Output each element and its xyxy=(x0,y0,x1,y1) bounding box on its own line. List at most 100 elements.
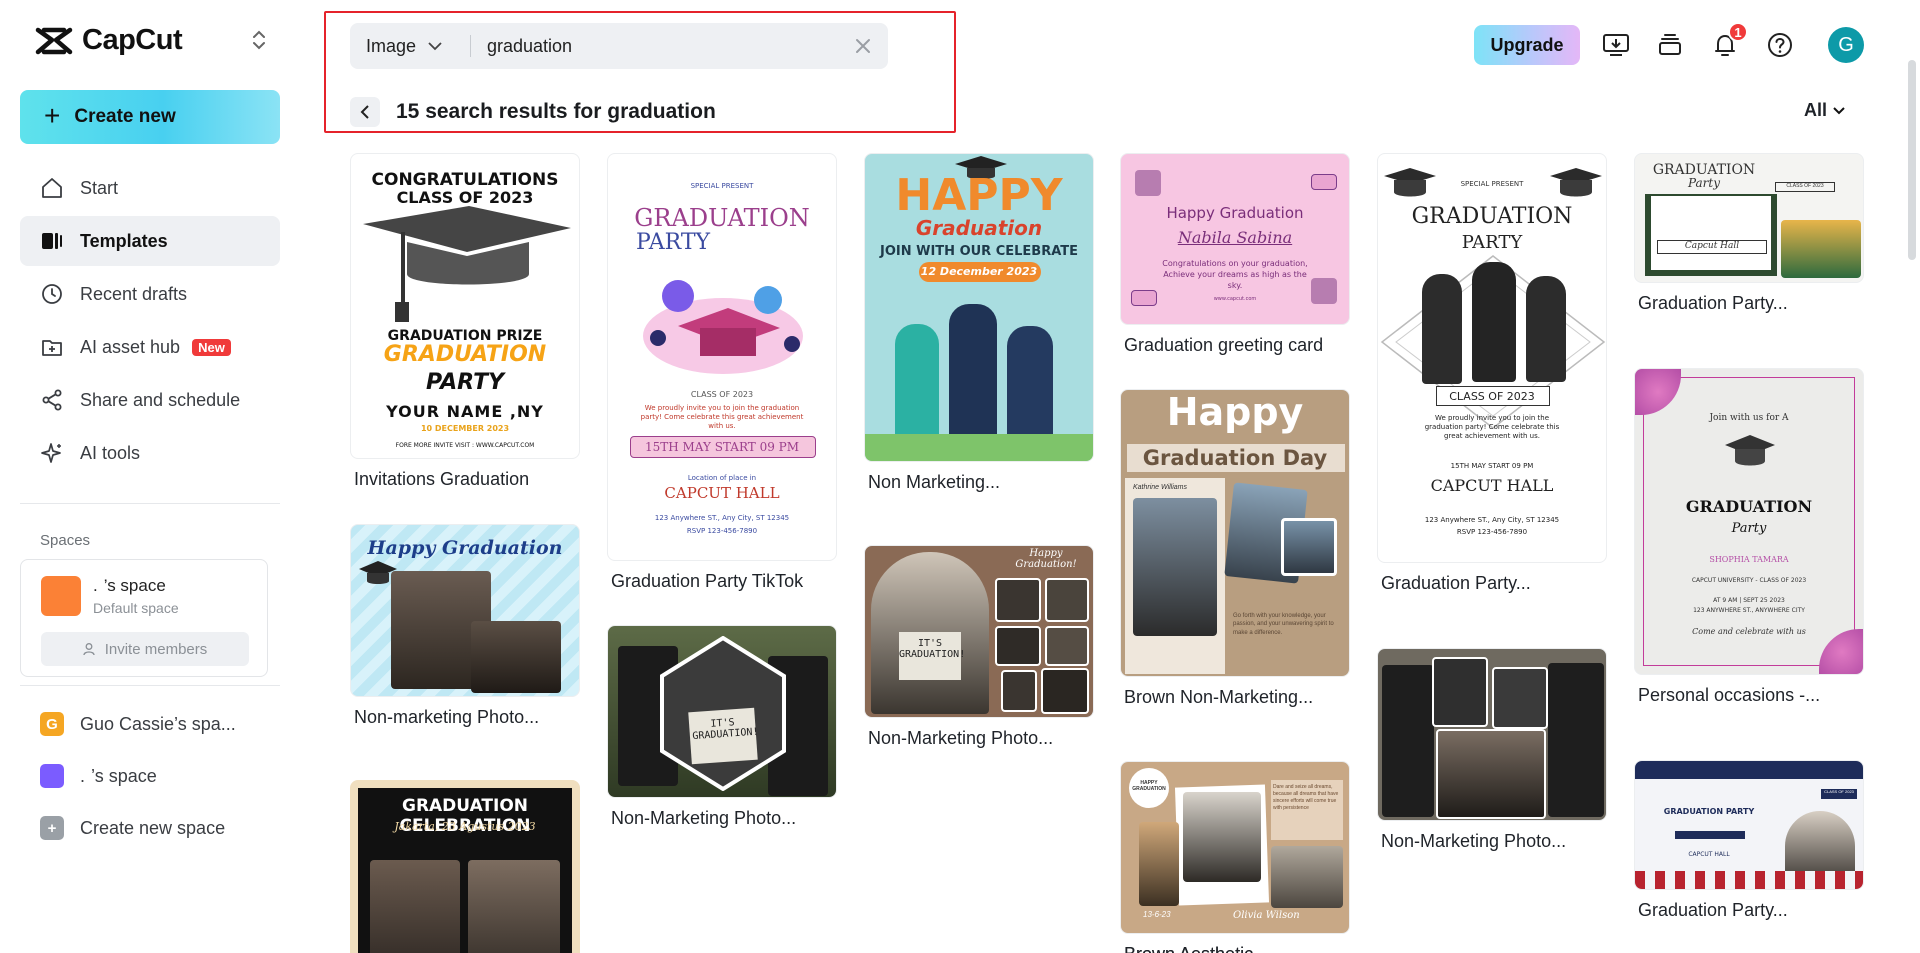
thumb-text: Dare and seize all dreams, because all d… xyxy=(1273,784,1339,811)
person-silhouette xyxy=(1526,276,1566,382)
template-card[interactable]: Happy Graduation Nabila Sabina Congratul… xyxy=(1120,153,1350,356)
share-icon xyxy=(42,389,62,411)
sidebar-item-ai-tools[interactable]: AI tools xyxy=(20,428,280,478)
template-title: Personal occasions -... xyxy=(1638,685,1821,705)
back-button[interactable] xyxy=(350,97,380,127)
photo-placeholder xyxy=(1432,657,1488,727)
invite-members-button[interactable]: Invite members xyxy=(41,632,249,666)
person-silhouette xyxy=(1472,262,1516,382)
capcut-logo[interactable]: CapCut xyxy=(34,24,183,57)
chevron-down-icon xyxy=(1833,106,1845,114)
sidebar-item-label: AI asset hub xyxy=(80,336,181,357)
template-card[interactable]: IT'S GRADUATION! Non-Marketing Photo... xyxy=(607,625,837,829)
add-user-icon xyxy=(83,643,95,656)
invite-members-label: Invite members xyxy=(104,640,208,658)
create-new-button[interactable]: + Create new xyxy=(20,90,280,144)
results-header: 15 search results for graduation xyxy=(350,97,716,127)
desktop-download-icon[interactable] xyxy=(1601,30,1631,60)
template-title: Graduation Party... xyxy=(1381,573,1531,593)
sidebar-item-templates[interactable]: Templates xyxy=(20,216,280,266)
templates-icon xyxy=(42,233,62,249)
plus-icon: + xyxy=(44,99,61,131)
space-name: .’s space xyxy=(93,576,166,595)
template-card[interactable]: HAPPY GRADUATION Dare and seize all drea… xyxy=(1120,761,1350,953)
new-badge: New xyxy=(192,338,231,356)
thumb-text: PARTY xyxy=(425,370,505,395)
photo-placeholder xyxy=(370,860,460,953)
upgrade-button[interactable]: Upgrade xyxy=(1474,25,1580,65)
thumb-text: Graduation Day xyxy=(1142,446,1328,470)
sidebar-item-recent-drafts[interactable]: Recent drafts xyxy=(20,269,280,319)
template-card[interactable]: GRADUATION Party CLASS OF 2023 Capcut Ha… xyxy=(1634,153,1864,314)
thumb-text: Graduation xyxy=(915,216,1043,240)
thumb-text: Happy xyxy=(1166,390,1304,434)
thumb-text: Nabila Sabina xyxy=(1177,228,1293,247)
template-card[interactable]: GRADUATION CELEBRATION Jakarta, 23 Agust… xyxy=(350,780,580,953)
sidebar-item-label: AI tools xyxy=(80,442,141,463)
create-new-label: Create new xyxy=(74,106,176,127)
thumb-text: CLASS OF 2023 xyxy=(1821,789,1857,799)
create-new-space-button[interactable]: + Create new space xyxy=(20,802,280,854)
thumb-text: SPECIAL PRESENT xyxy=(1460,180,1524,188)
workspace-switch-icon[interactable] xyxy=(250,28,268,52)
template-card[interactable]: Happy Graduation Day Kathrine Williams G… xyxy=(1120,389,1350,708)
capcut-app: CapCut + Create new Start Templates Rece… xyxy=(0,0,1920,953)
template-thumbnail: IT'S GRADUATION! xyxy=(607,625,837,798)
clear-search-icon[interactable] xyxy=(852,35,874,57)
sidebar-item-ai-asset-hub[interactable]: AI asset hub New xyxy=(20,322,280,372)
thumb-text: HAPPY xyxy=(895,170,1063,221)
template-card[interactable]: GRADUATION PARTY CLASS OF 2023 CAPCUT HA… xyxy=(1634,760,1864,921)
search-bar: Image xyxy=(350,23,888,69)
template-card[interactable]: SPECIAL PRESENT GRADUATION PARTY CLASS O… xyxy=(607,153,837,592)
sparkle-icon xyxy=(41,443,61,463)
sidebar-item-label: Templates xyxy=(80,230,168,251)
sidebar-divider xyxy=(20,685,280,686)
scrollbar[interactable] xyxy=(1908,60,1916,260)
space-item-personal[interactable]: .’s space xyxy=(20,750,280,802)
profile-avatar[interactable]: G xyxy=(1828,27,1864,63)
space-item-label: Guo Cassie’s spa... xyxy=(80,713,236,734)
space-item-guo-cassie[interactable]: G Guo Cassie’s spa... xyxy=(20,698,280,750)
current-space-card[interactable]: .’s space Default space Invite members xyxy=(20,559,268,677)
sidebar-divider xyxy=(20,503,280,504)
template-card[interactable]: CONGRATULATIONS CLASS OF 2023 GRADUATION… xyxy=(350,153,580,490)
thumb-text: Happy Graduation xyxy=(367,537,563,559)
thumb-text: Party xyxy=(1731,521,1767,536)
template-card[interactable]: Join with us for A GRADUATION Party SHOP… xyxy=(1634,368,1864,706)
template-card[interactable]: HAPPY Graduation JOIN WITH OUR CELEBRATE… xyxy=(864,153,1094,493)
search-type-select[interactable]: Image xyxy=(350,36,470,57)
template-thumbnail: GRADUATION PARTY CLASS OF 2023 CAPCUT HA… xyxy=(1634,760,1864,890)
template-title: Invitations Graduation xyxy=(354,469,530,489)
help-icon[interactable] xyxy=(1765,30,1795,60)
flag-stripe xyxy=(1635,871,1863,889)
template-card[interactable]: Non-Marketing Photo... xyxy=(1377,648,1607,852)
thumb-text: CAPCUT UNIVERSITY - CLASS OF 2023 xyxy=(1691,577,1807,584)
thumb-text: Come and celebrate with us xyxy=(1692,627,1806,636)
thumb-text: GRADUATION xyxy=(634,204,810,232)
thumb-text: CAPCUT HALL xyxy=(664,484,780,502)
photo-placeholder xyxy=(1436,729,1546,819)
date-bar xyxy=(1675,831,1745,839)
thumb-text: Capcut Hall xyxy=(1657,240,1767,254)
sort-filter-dropdown[interactable]: All xyxy=(1804,100,1845,121)
stack-icon[interactable] xyxy=(1655,30,1685,60)
sidebar-item-share-and-schedule[interactable]: Share and schedule xyxy=(20,375,280,425)
photo-placeholder xyxy=(1281,518,1337,576)
template-card[interactable]: SPECIAL PRESENT GRADUATION PARTY CLASS O… xyxy=(1377,153,1607,594)
thumb-text: Join with us for A xyxy=(1709,413,1789,423)
search-input[interactable] xyxy=(487,35,852,57)
sidebar-item-start[interactable]: Start xyxy=(20,163,280,213)
thumb-text: RSVP 123-456-7890 xyxy=(1456,528,1528,536)
template-card[interactable]: Happy Graduation Non-marketing Photo... xyxy=(350,524,580,728)
thumb-text: 123 Anywhere ST., Any City, ST 12345 xyxy=(1424,516,1560,524)
notification-count-badge: 1 xyxy=(1728,22,1748,42)
thumb-text: IT'S GRADUATION! xyxy=(692,717,759,743)
photo-placeholder xyxy=(1045,578,1089,622)
thumb-text: 13-6-23 xyxy=(1143,910,1171,919)
graduation-cap-icon xyxy=(1725,435,1775,466)
template-card[interactable]: IT'S GRADUATION! Happy Graduation! Non-M… xyxy=(864,545,1094,749)
thumb-text: HAPPY GRADUATION xyxy=(1132,780,1166,792)
thumb-text: CLASS OF 2023 xyxy=(1775,182,1835,192)
thumb-text: We proudly invite you to join the gradua… xyxy=(640,404,804,431)
party-illustration xyxy=(643,280,803,374)
